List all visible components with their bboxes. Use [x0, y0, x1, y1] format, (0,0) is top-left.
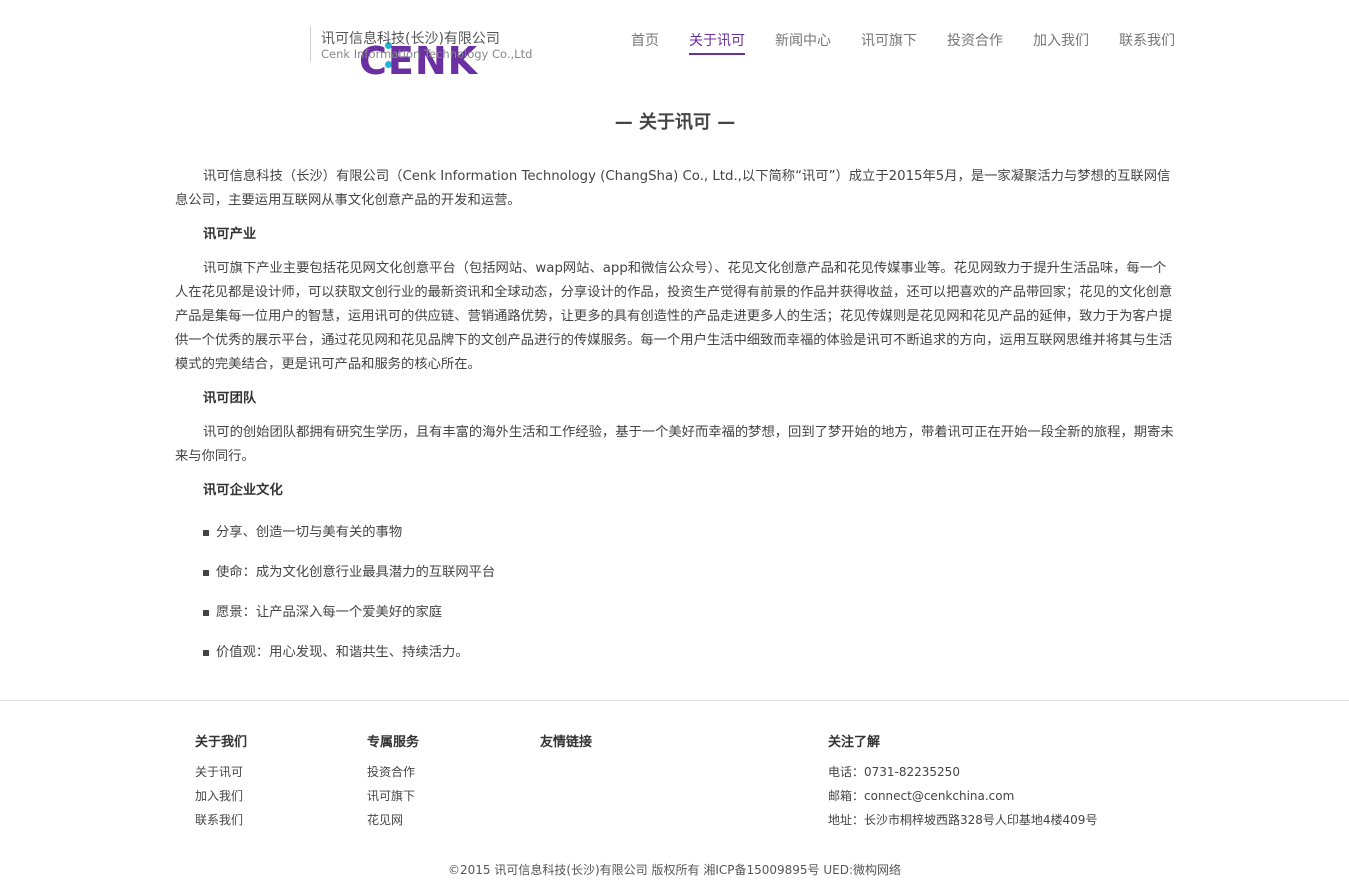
industry-heading: 讯可产业: [203, 227, 257, 242]
footer-link-join[interactable]: 加入我们: [195, 784, 247, 808]
culture-item-text: 价值观：用心发现、和谐共生、持续活力。: [216, 645, 469, 660]
team-heading: 讯可团队: [203, 391, 257, 406]
nav-item-brands[interactable]: 讯可旗下: [861, 30, 917, 55]
footer-follow-column: 关注了解 电话：0731-82235250 邮箱：connect@cenkchi…: [828, 731, 1097, 832]
nav-item-investment[interactable]: 投资合作: [947, 30, 1003, 55]
nav-item-home[interactable]: 首页: [631, 30, 659, 55]
logo-divider: [310, 26, 311, 62]
footer-services-column: 专属服务 投资合作 讯可旗下 花见网: [367, 731, 419, 832]
footer-about-heading: 关于我们: [195, 735, 248, 750]
footer-friends-column: 友情链接: [540, 731, 592, 760]
footer-link-investment[interactable]: 投资合作: [367, 760, 419, 784]
footer-phone: 电话：0731-82235250: [828, 765, 960, 779]
intro-paragraph: 讯可信息科技（长沙）有限公司（Cenk Information Technolo…: [175, 169, 1171, 208]
nav-item-contact[interactable]: 联系我们: [1119, 30, 1175, 55]
culture-list: 分享、创造一切与美有关的事物 使命：成为文化创意行业最具潜力的互联网平台 愿景：…: [175, 513, 1175, 673]
main-nav: 首页 关于讯可 新闻中心 讯可旗下 投资合作 加入我们 联系我们: [601, 30, 1175, 55]
footer-follow-heading: 关注了解: [828, 735, 881, 750]
site-header: CENK 讯可信息科技(长沙)有限公司 Cenk Information Tec…: [0, 0, 1349, 83]
cenk-logo[interactable]: CENK: [178, 17, 477, 83]
list-item: 价值观：用心发现、和谐共生、持续活力。: [203, 633, 1175, 673]
page-title: — 关于讯可 —: [614, 112, 736, 133]
footer-link-huajian[interactable]: 花见网: [367, 808, 419, 832]
footer-address: 地址：长沙市桐梓坡西路328号人印基地4楼409号: [828, 813, 1098, 827]
footer-friends-heading: 友情链接: [540, 735, 593, 750]
footer-link-about[interactable]: 关于讯可: [195, 760, 247, 784]
company-name-en: Cenk Information Technology Co.,Ltd: [321, 47, 533, 61]
nav-item-news[interactable]: 新闻中心: [775, 30, 831, 55]
nav-item-about[interactable]: 关于讯可: [689, 30, 745, 55]
about-content: — 关于讯可 — 讯可信息科技（长沙）有限公司（Cenk Information…: [175, 108, 1175, 673]
footer-services-heading: 专属服务: [367, 735, 420, 750]
bullet-square-icon: [203, 530, 209, 536]
copyright-text: ©2015 讯可信息科技(长沙)有限公司 版权所有 湘ICP备15009895号…: [447, 863, 902, 877]
footer-about-column: 关于我们 关于讯可 加入我们 联系我们: [195, 731, 247, 832]
footer-link-brands[interactable]: 讯可旗下: [367, 784, 419, 808]
bullet-square-icon: [203, 570, 209, 576]
list-item: 使命：成为文化创意行业最具潜力的互联网平台: [203, 553, 1175, 593]
footer-link-contact[interactable]: 联系我们: [195, 808, 247, 832]
list-item: 愿景：让产品深入每一个爱美好的家庭: [203, 593, 1175, 633]
site-footer: 关于我们 关于讯可 加入我们 联系我们 专属服务 投资合作 讯可旗下 花见网 友…: [0, 700, 1349, 890]
industry-paragraph: 讯可旗下产业主要包括花见网文化创意平台（包括网站、wap网站、app和微信公众号…: [175, 261, 1173, 372]
culture-item-text: 使命：成为文化创意行业最具潜力的互联网平台: [216, 565, 496, 580]
culture-heading: 讯可企业文化: [203, 483, 283, 498]
culture-item-text: 愿景：让产品深入每一个爱美好的家庭: [216, 605, 443, 620]
nav-item-join[interactable]: 加入我们: [1033, 30, 1089, 55]
footer-email: 邮箱：connect@cenkchina.com: [828, 789, 1015, 803]
team-paragraph: 讯可的创始团队都拥有研究生学历，且有丰富的海外生活和工作经验，基于一个美好而幸福…: [175, 425, 1174, 464]
bullet-square-icon: [203, 650, 209, 656]
company-name-cn: 讯可信息科技(长沙)有限公司: [321, 31, 500, 47]
bullet-square-icon: [203, 610, 209, 616]
culture-item-text: 分享、创造一切与美有关的事物: [216, 525, 403, 540]
list-item: 分享、创造一切与美有关的事物: [203, 513, 1175, 553]
